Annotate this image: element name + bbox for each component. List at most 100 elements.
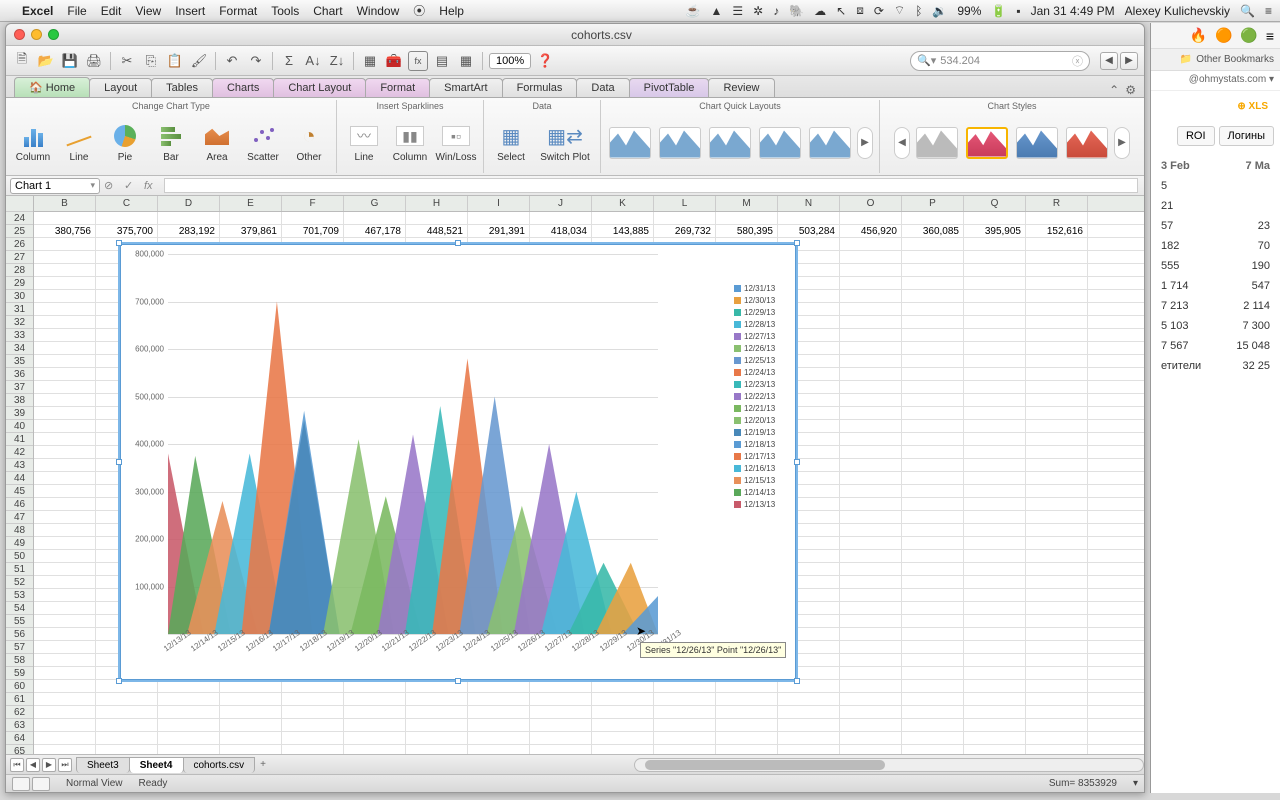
clear-search-icon[interactable]: ⓧ [1072,53,1083,69]
legend-item[interactable]: 12/25/13 [734,356,790,365]
evernote-icon[interactable]: 🐘 [789,4,804,18]
sync-icon[interactable]: ⟳ [874,4,884,18]
media-icon[interactable]: ▦ [456,51,476,71]
quick-layout-2[interactable] [659,127,701,159]
tab-charts[interactable]: Charts [212,78,274,97]
quick-layout-1[interactable] [609,127,651,159]
legend-item[interactable]: 12/20/13 [734,416,790,425]
sheet-nav-last[interactable]: ⏭ [58,758,72,772]
nav-prev-button[interactable]: ◀ [1100,52,1118,70]
quick-layout-5[interactable] [809,127,851,159]
chart-styles-next[interactable]: ▶ [1114,127,1130,159]
row-header[interactable]: 38 [6,394,33,407]
row-header[interactable]: 48 [6,524,33,537]
search-field[interactable]: 🔍▾ 534.204 ⓧ [910,51,1090,71]
legend-item[interactable]: 12/22/13 [734,392,790,401]
menu-file[interactable]: File [67,4,86,18]
tab-review[interactable]: Review [708,78,774,97]
battery-icon[interactable]: 🔋 [991,4,1006,18]
open-icon[interactable]: 📂 [36,51,56,71]
column-header[interactable]: B [34,196,96,211]
bluetooth-icon[interactable]: ᛒ [915,4,922,18]
menu-tools[interactable]: Tools [271,4,299,18]
row-header[interactable]: 45 [6,485,33,498]
row-header[interactable]: 26 [6,238,33,251]
column-header[interactable]: D [158,196,220,211]
grid-row[interactable] [34,212,1144,225]
help-icon[interactable]: ❓ [535,51,555,71]
legend-item[interactable]: 12/26/13 [734,344,790,353]
row-header[interactable]: 41 [6,433,33,446]
row-header[interactable]: 53 [6,589,33,602]
legend-item[interactable]: 12/16/13 [734,464,790,473]
tab-data[interactable]: Data [576,78,629,97]
row-header[interactable]: 30 [6,290,33,303]
legend-item[interactable]: 12/28/13 [734,320,790,329]
cancel-formula-icon[interactable]: ⊘ [104,179,120,192]
row-header[interactable]: 39 [6,407,33,420]
column-header[interactable]: K [592,196,654,211]
horizontal-scrollbar[interactable] [634,758,1144,772]
row-header[interactable]: 24 [6,212,33,225]
battery-pct[interactable]: 99% [957,4,981,18]
chart-legend[interactable]: 12/31/1312/30/1312/29/1312/28/1312/27/13… [734,284,790,512]
row-header[interactable]: 37 [6,381,33,394]
row-header[interactable]: 33 [6,329,33,342]
menubar-extra-icon[interactable]: ☕ [686,4,701,18]
tab-home[interactable]: 🏠 Home [14,77,90,97]
row-header[interactable]: 32 [6,316,33,329]
chart-style-2[interactable] [966,127,1008,159]
browser-url-fragment[interactable]: @ohmystats.com ▾ [1151,71,1280,91]
legend-item[interactable]: 12/13/13 [734,500,790,509]
column-header[interactable]: Q [964,196,1026,211]
format-painter-icon[interactable]: 🖌 [189,51,209,71]
cloud-icon[interactable]: ☁ [814,4,826,18]
legend-item[interactable]: 12/18/13 [734,440,790,449]
add-sheet-button[interactable]: + [254,757,272,772]
row-header[interactable]: 52 [6,576,33,589]
name-box[interactable]: Chart 1▾ [10,178,100,194]
column-header[interactable]: L [654,196,716,211]
menu-format[interactable]: Format [219,4,257,18]
quick-layouts-more[interactable]: ▶ [857,127,873,159]
spotlight-icon[interactable]: 🔍 [1240,4,1255,18]
legend-item[interactable]: 12/24/13 [734,368,790,377]
tab-pivottable[interactable]: PivotTable [629,78,710,97]
column-header[interactable]: C [96,196,158,211]
fx-icon[interactable]: fx [408,51,428,71]
new-icon[interactable]: 🗎 [12,51,32,71]
close-button[interactable] [14,29,25,40]
row-header[interactable]: 43 [6,459,33,472]
menu-edit[interactable]: Edit [101,4,122,18]
chart-pie-button[interactable]: Pie [104,120,146,165]
extension-icon[interactable]: 🟠 [1215,27,1232,44]
sparkline-winloss-button[interactable]: ▪▫Win/Loss [435,120,477,165]
toolbox-icon[interactable]: 🧰 [384,51,404,71]
menubar-extra-icon[interactable]: ▲ [710,4,722,18]
column-header[interactable]: I [468,196,530,211]
zoom-selector[interactable]: 100% [489,53,531,69]
tab-smartart[interactable]: SmartArt [429,78,502,97]
volume-icon[interactable]: 🔉 [932,4,947,18]
row-header[interactable]: 46 [6,498,33,511]
dropbox-icon[interactable]: ⧈ [856,3,864,18]
column-header[interactable]: N [778,196,840,211]
row-header[interactable]: 36 [6,368,33,381]
row-header[interactable]: 60 [6,680,33,693]
sort-asc-icon[interactable]: A↓ [303,51,323,71]
normal-view-button[interactable] [12,777,30,791]
row-header[interactable]: 29 [6,277,33,290]
select-data-button[interactable]: ▦Select [490,120,532,165]
row-header[interactable]: 35 [6,355,33,368]
quick-layout-3[interactable] [709,127,751,159]
row-header[interactable]: 64 [6,732,33,745]
column-header[interactable]: G [344,196,406,211]
notifications-icon[interactable]: ≡ [1265,4,1272,18]
print-icon[interactable]: 🖨 [84,51,104,71]
sheet-tab[interactable]: Sheet3 [76,757,130,773]
column-header[interactable]: R [1026,196,1088,211]
wifi-icon[interactable]: ⌔ [894,3,905,18]
row-header[interactable]: 42 [6,446,33,459]
menu-window[interactable]: Window [357,4,400,18]
row-header[interactable]: 59 [6,667,33,680]
